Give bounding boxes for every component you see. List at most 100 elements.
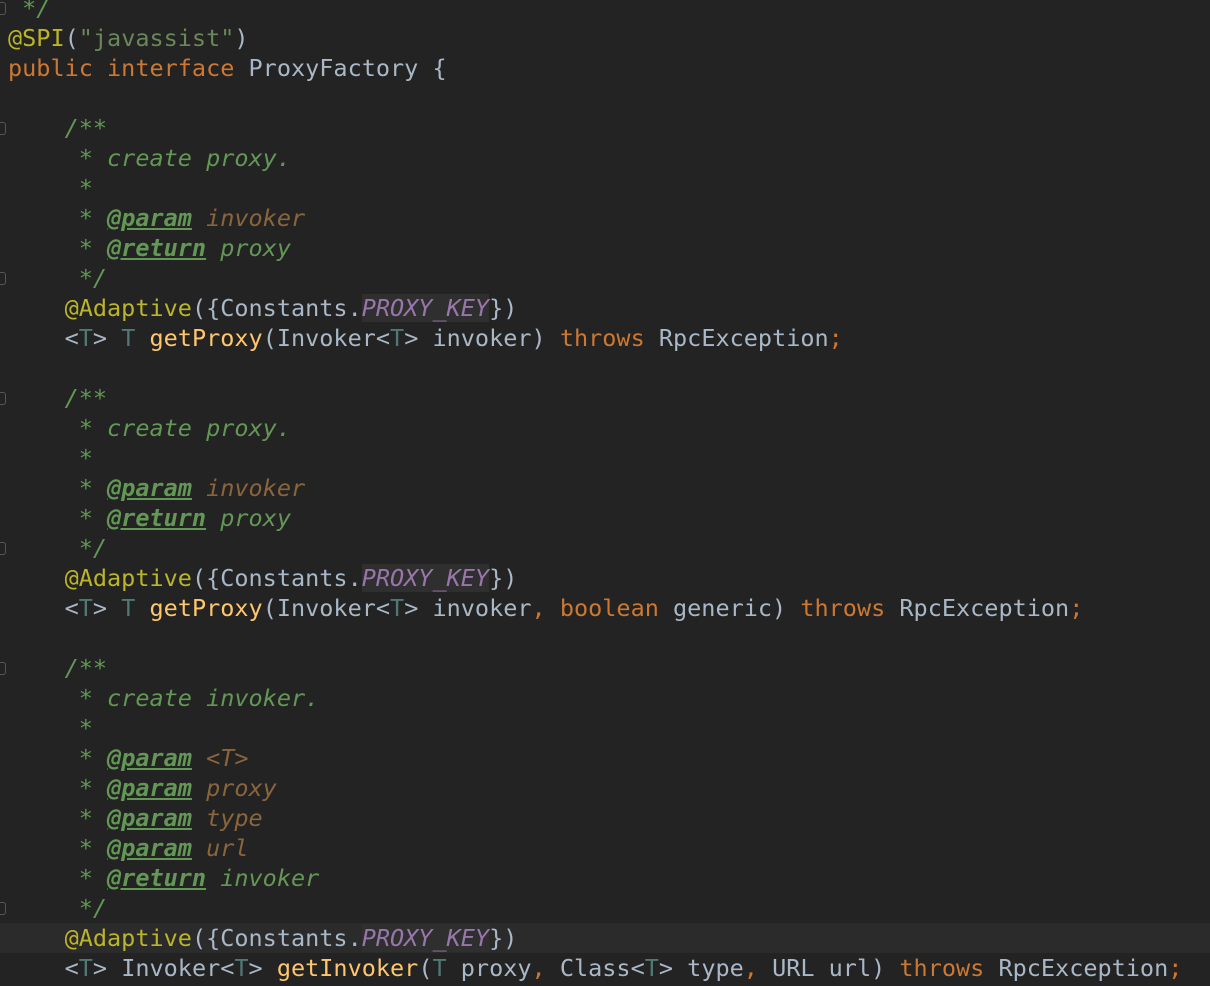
code-line[interactable]: * @param <T> bbox=[0, 743, 1210, 773]
code-line[interactable]: * bbox=[0, 713, 1210, 743]
code-token: T bbox=[121, 594, 150, 622]
code-token: ; bbox=[828, 324, 843, 352]
code-token: <T> bbox=[206, 744, 249, 772]
code-token: @param bbox=[107, 774, 192, 802]
code-token: ) bbox=[234, 24, 249, 52]
code-token: T bbox=[390, 324, 405, 352]
code-token: PROXY_KEY bbox=[361, 924, 490, 952]
code-token: proxy bbox=[460, 954, 532, 982]
fold-marker-icon[interactable] bbox=[0, 662, 6, 675]
code-line[interactable]: * create proxy. bbox=[0, 413, 1210, 443]
code-line[interactable]: /** bbox=[0, 113, 1210, 143]
code-line[interactable]: @SPI("javassist") bbox=[0, 23, 1210, 53]
code-token: url bbox=[206, 834, 249, 862]
code-editor[interactable]: */@SPI("javassist") public interface Prox… bbox=[0, 0, 1210, 983]
code-token: ; bbox=[1069, 594, 1084, 622]
code-token: ( bbox=[418, 954, 433, 982]
code-line[interactable]: * @param invoker bbox=[0, 203, 1210, 233]
code-line[interactable]: * @return proxy bbox=[0, 233, 1210, 263]
code-token: throws bbox=[800, 594, 900, 622]
code-line[interactable]: * @param url bbox=[0, 833, 1210, 863]
code-line[interactable]: <T> T getProxy(Invoker<T> invoker) throw… bbox=[0, 323, 1210, 353]
code-token: @SPI bbox=[8, 24, 65, 52]
fold-marker-icon[interactable] bbox=[0, 902, 6, 915]
code-line[interactable]: * bbox=[0, 443, 1210, 473]
code-token: > Invoker< bbox=[92, 954, 235, 982]
code-line[interactable]: <T> T getProxy(Invoker<T> invoker, boole… bbox=[0, 593, 1210, 623]
code-line[interactable]: * create invoker. bbox=[0, 683, 1210, 713]
code-token: * bbox=[8, 714, 93, 742]
code-line[interactable]: * @param proxy bbox=[0, 773, 1210, 803]
code-token: throws bbox=[559, 324, 659, 352]
code-line[interactable]: public interface ProxyFactory { bbox=[0, 53, 1210, 83]
code-token: @param bbox=[107, 744, 192, 772]
code-token: @param bbox=[107, 834, 192, 862]
code-token: @param bbox=[107, 804, 192, 832]
code-token: ( bbox=[64, 24, 79, 52]
code-token: /** bbox=[8, 384, 108, 412]
code-line[interactable]: */ bbox=[0, 0, 1210, 23]
code-token: ; bbox=[1168, 954, 1183, 982]
code-line[interactable]: /** bbox=[0, 653, 1210, 683]
code-token: (Invoker< bbox=[262, 324, 391, 352]
code-token: */ bbox=[8, 534, 108, 562]
code-token: }) bbox=[489, 564, 518, 592]
code-line[interactable]: */ bbox=[0, 533, 1210, 563]
fold-marker-icon[interactable] bbox=[0, 2, 6, 15]
code-token: * bbox=[8, 204, 108, 232]
code-line[interactable]: */ bbox=[0, 893, 1210, 923]
code-line[interactable]: * @return proxy bbox=[0, 503, 1210, 533]
code-token: * bbox=[8, 504, 108, 532]
code-token: < bbox=[8, 324, 79, 352]
code-token: */ bbox=[8, 264, 108, 292]
code-token: PROXY_KEY bbox=[361, 294, 490, 322]
code-token: invoker bbox=[206, 474, 306, 502]
fold-marker-icon[interactable] bbox=[0, 542, 6, 555]
code-token: T bbox=[644, 954, 659, 982]
code-line[interactable] bbox=[0, 353, 1210, 383]
code-line[interactable] bbox=[0, 623, 1210, 653]
code-line[interactable]: * @param type bbox=[0, 803, 1210, 833]
code-token: throws bbox=[899, 954, 999, 982]
code-line[interactable]: * @param invoker bbox=[0, 473, 1210, 503]
code-token: * bbox=[8, 234, 108, 262]
code-line[interactable]: @Adaptive({Constants.PROXY_KEY}) bbox=[0, 563, 1210, 593]
code-token: }) bbox=[489, 924, 518, 952]
code-token: * bbox=[8, 834, 108, 862]
code-token: generic) bbox=[673, 594, 801, 622]
code-token: "javassist" bbox=[78, 24, 235, 52]
code-token: * bbox=[8, 744, 108, 772]
code-token: T bbox=[432, 954, 461, 982]
code-line[interactable]: @Adaptive({Constants.PROXY_KEY}) bbox=[0, 293, 1210, 323]
code-token: * bbox=[8, 774, 108, 802]
fold-marker-icon[interactable] bbox=[0, 272, 6, 285]
code-line[interactable]: * bbox=[0, 173, 1210, 203]
code-token: > type bbox=[658, 954, 744, 982]
fold-marker-icon[interactable] bbox=[0, 122, 6, 135]
code-token: @return bbox=[107, 504, 207, 532]
code-line[interactable]: @Adaptive({Constants.PROXY_KEY}) bbox=[0, 923, 1210, 953]
code-token: Class< bbox=[559, 954, 645, 982]
code-token: * create proxy. bbox=[8, 144, 291, 172]
code-token: ({Constants. bbox=[191, 564, 362, 592]
code-token: type bbox=[206, 804, 263, 832]
code-line[interactable]: */ bbox=[0, 263, 1210, 293]
code-token: getInvoker bbox=[276, 954, 419, 982]
code-token: T bbox=[390, 594, 405, 622]
code-token: RpcException bbox=[899, 594, 1070, 622]
code-token: */ bbox=[8, 0, 51, 22]
code-line[interactable]: <T> Invoker<T> getInvoker(T proxy, Class… bbox=[0, 953, 1210, 983]
code-line[interactable]: * @return invoker bbox=[0, 863, 1210, 893]
code-line[interactable]: /** bbox=[0, 383, 1210, 413]
code-token: @return bbox=[107, 864, 207, 892]
code-token: T bbox=[234, 954, 249, 982]
code-line[interactable] bbox=[0, 83, 1210, 113]
fold-marker-icon[interactable] bbox=[0, 392, 6, 405]
code-line[interactable]: * create proxy. bbox=[0, 143, 1210, 173]
code-token: T bbox=[121, 324, 150, 352]
code-token: , boolean bbox=[531, 594, 674, 622]
code-token: @param bbox=[107, 474, 192, 502]
